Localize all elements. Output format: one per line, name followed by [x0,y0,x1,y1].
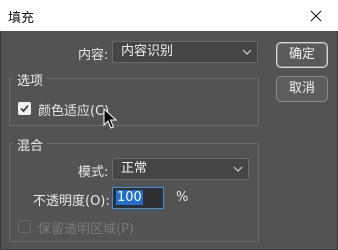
mode-label: 模式: [78,165,109,180]
opacity-input[interactable]: 100 [112,187,164,209]
checkmark-icon [20,104,29,113]
preserve-transparency-checkbox[interactable] [18,220,31,233]
title-bar: 填充 [0,0,338,31]
window-title: 填充 [8,11,35,26]
close-button[interactable] [294,0,338,31]
mode-value: 正常 [121,161,148,176]
chevron-down-icon [233,166,243,172]
mode-select[interactable]: 正常 [112,158,249,180]
content-value: 内容识别 [121,44,174,59]
opacity-unit: % [176,190,189,205]
options-group-title: 选项 [13,70,48,89]
mouse-cursor-icon [103,108,117,129]
close-icon [310,10,322,21]
color-adapt-label[interactable]: 颜色适应(C) [38,100,109,119]
cancel-button[interactable]: 取消 [276,76,328,102]
content-label: 内容: [78,48,109,63]
chevron-down-icon [242,49,252,55]
color-adapt-checkbox[interactable] [18,102,31,115]
opacity-label: 不透明度(O): [33,194,110,209]
preserve-transparency-label: 保留透明区域(P) [38,222,134,237]
opacity-value: 100 [116,190,143,205]
blend-group-title: 混合 [13,135,48,154]
content-select[interactable]: 内容识别 [112,41,258,63]
ok-button[interactable]: 确定 [276,42,328,68]
